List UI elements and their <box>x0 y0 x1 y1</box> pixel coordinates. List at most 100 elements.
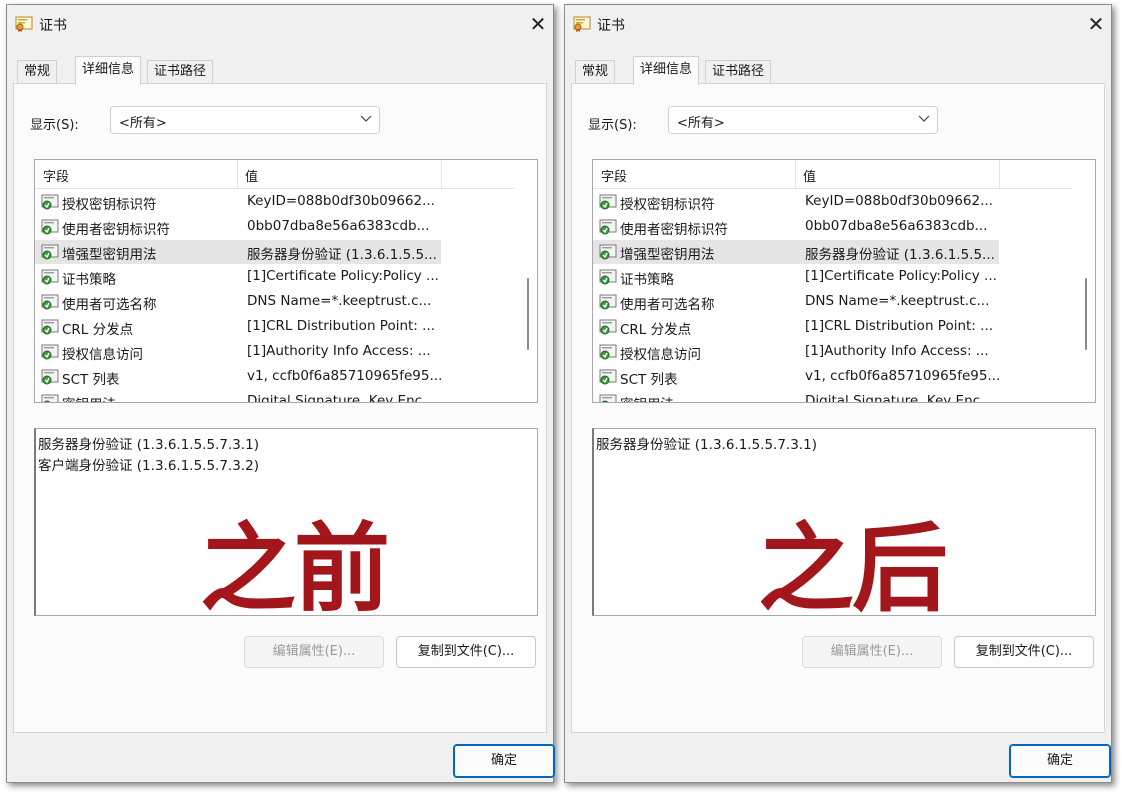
certificate-field-icon <box>41 319 59 336</box>
tab-general[interactable]: 常规 <box>17 60 58 83</box>
field-row[interactable]: 证书策略 [1]Certificate Policy:Policy ... <box>593 265 999 289</box>
field-row[interactable]: 授权信息访问 [1]Authority Info Access: ... <box>35 340 441 364</box>
tab-strip: 常规 详细信息 证书路径 <box>571 54 1105 85</box>
field-value: [1]CRL Distribution Point: ... <box>805 318 994 334</box>
field-value: [1]Authority Info Access: ... <box>805 343 989 359</box>
ok-button[interactable]: 确定 <box>453 744 555 778</box>
column-divider[interactable] <box>795 160 796 188</box>
show-label: 显示(S): <box>30 118 79 133</box>
column-header-field[interactable]: 字段 <box>601 166 627 185</box>
column-header-field[interactable]: 字段 <box>43 166 69 185</box>
fields-list[interactable]: 字段 值 授权密钥标识符 KeyID=088b0df30b09662... 使用者密… <box>34 159 538 403</box>
field-name: 授权信息访问 <box>62 347 143 363</box>
field-row[interactable]: 使用者可选名称 DNS Name=*.keeptrust.c... <box>593 290 999 314</box>
tab-details[interactable]: 详细信息 <box>75 56 142 85</box>
ok-button[interactable]: 确定 <box>1009 744 1111 778</box>
field-row[interactable]: 授权信息访问 [1]Authority Info Access: ... <box>593 340 999 364</box>
field-row[interactable]: 授权密钥标识符 KeyID=088b0df30b09662... <box>35 190 441 214</box>
certificate-field-icon <box>599 369 617 386</box>
column-divider[interactable] <box>237 160 238 188</box>
chevron-down-icon <box>918 115 930 122</box>
field-name: 使用者可选名称 <box>62 297 157 313</box>
field-row[interactable]: 证书策略 [1]Certificate Policy:Policy ... <box>35 265 441 289</box>
edit-properties-button[interactable]: 编辑属性(E)... <box>802 636 942 668</box>
field-name: 密钥用法 <box>620 393 674 402</box>
scrollbar-thumb[interactable] <box>1085 278 1087 350</box>
value-detail-box[interactable]: 服务器身份验证 (1.3.6.1.5.5.7.3.1) 客户端身份验证 (1.3.… <box>34 428 538 625</box>
certificate-field-icon <box>599 394 617 402</box>
certificate-field-icon <box>41 294 59 311</box>
field-row[interactable]: 使用者可选名称 DNS Name=*.keeptrust.c... <box>35 290 441 314</box>
column-header-value[interactable]: 值 <box>245 166 258 185</box>
field-name: 证书策略 <box>620 272 674 288</box>
certificate-field-icon <box>599 194 617 211</box>
certificate-dialog-after: 证书 ✕ 常规 详细信息 证书路径 显示(S): <所有> 字段 值 授权密钥标… <box>564 4 1112 783</box>
field-value: 0bb07dba8e56a6383cdb... <box>247 218 430 234</box>
certificate-field-icon <box>599 294 617 311</box>
field-row[interactable]: 授权密钥标识符 KeyID=088b0df30b09662... <box>593 190 999 214</box>
field-value: DNS Name=*.keeptrust.c... <box>805 293 990 309</box>
field-name: CRL 分发点 <box>620 322 692 338</box>
certificate-icon <box>573 16 591 32</box>
vertical-scrollbar[interactable] <box>1077 160 1095 402</box>
tab-general[interactable]: 常规 <box>575 60 616 83</box>
copy-to-file-button[interactable]: 复制到文件(C)... <box>396 636 536 668</box>
certificate-field-icon <box>599 244 617 261</box>
show-dropdown[interactable]: <所有> <box>668 106 938 134</box>
field-name: CRL 分发点 <box>62 322 134 338</box>
field-value: [1]Authority Info Access: ... <box>247 343 431 359</box>
dialog-title: 证书 <box>39 18 67 34</box>
tab-certification-path[interactable]: 证书路径 <box>147 60 214 83</box>
field-value: DNS Name=*.keeptrust.c... <box>247 293 432 309</box>
field-row[interactable]: CRL 分发点 [1]CRL Distribution Point: ... <box>593 315 999 339</box>
field-value: [1]CRL Distribution Point: ... <box>247 318 436 334</box>
field-row[interactable]: 密钥用法 Digital Signature, Key Enc... <box>593 390 999 402</box>
edit-properties-button[interactable]: 编辑属性(E)... <box>244 636 384 668</box>
field-name: 使用者密钥标识符 <box>62 222 170 238</box>
overlay-caption: 之前 <box>200 512 390 625</box>
field-name: SCT 列表 <box>620 372 678 388</box>
show-label: 显示(S): <box>588 118 637 133</box>
field-name: 使用者密钥标识符 <box>620 222 728 238</box>
field-row[interactable]: SCT 列表 v1, ccfb0f6a85710965fe95... <box>35 365 441 389</box>
show-dropdown-value: <所有> <box>119 116 167 131</box>
certificate-field-icon <box>41 244 59 261</box>
overlay-caption: 之后 <box>758 512 948 625</box>
fields-list[interactable]: 字段 值 授权密钥标识符 KeyID=088b0df30b09662... 使用者密… <box>592 159 1096 403</box>
certificate-field-icon <box>599 219 617 236</box>
show-dropdown[interactable]: <所有> <box>110 106 380 134</box>
field-value: 服务器身份验证 (1.3.6.1.5.5... <box>805 247 995 263</box>
field-row[interactable]: 增强型密钥用法 服务器身份验证 (1.3.6.1.5.5... <box>593 240 999 264</box>
scrollbar-thumb[interactable] <box>527 278 529 350</box>
field-row[interactable]: CRL 分发点 [1]CRL Distribution Point: ... <box>35 315 441 339</box>
title-bar: 证书 ✕ <box>7 5 553 43</box>
field-name: SCT 列表 <box>62 372 120 388</box>
tab-certification-path[interactable]: 证书路径 <box>705 60 772 83</box>
vertical-scrollbar[interactable] <box>519 160 537 402</box>
field-row[interactable]: 增强型密钥用法 服务器身份验证 (1.3.6.1.5.5... <box>35 240 441 264</box>
close-icon[interactable]: ✕ <box>523 5 553 43</box>
column-divider[interactable] <box>999 160 1000 188</box>
field-row[interactable]: 使用者密钥标识符 0bb07dba8e56a6383cdb... <box>35 215 441 239</box>
field-value: v1, ccfb0f6a85710965fe95... <box>805 368 999 384</box>
field-name: 密钥用法 <box>62 393 116 402</box>
detail-line: 服务器身份验证 (1.3.6.1.5.5.7.3.1) <box>38 437 259 453</box>
field-name: 授权密钥标识符 <box>620 197 715 213</box>
field-row[interactable]: 使用者密钥标识符 0bb07dba8e56a6383cdb... <box>593 215 999 239</box>
close-icon[interactable]: ✕ <box>1081 5 1111 43</box>
tab-strip: 常规 详细信息 证书路径 <box>13 54 547 85</box>
copy-to-file-button[interactable]: 复制到文件(C)... <box>954 636 1094 668</box>
field-name: 授权密钥标识符 <box>62 197 157 213</box>
certificate-field-icon <box>41 269 59 286</box>
value-detail-box[interactable]: 服务器身份验证 (1.3.6.1.5.5.7.3.1) 之后 <box>592 428 1096 625</box>
field-row[interactable]: 密钥用法 Digital Signature, Key Enc... <box>35 390 441 402</box>
field-value: 服务器身份验证 (1.3.6.1.5.5... <box>247 247 437 263</box>
certificate-field-icon <box>41 394 59 402</box>
column-divider[interactable] <box>441 160 442 188</box>
field-name: 增强型密钥用法 <box>62 247 157 263</box>
field-row[interactable]: SCT 列表 v1, ccfb0f6a85710965fe95... <box>593 365 999 389</box>
column-header-value[interactable]: 值 <box>803 166 816 185</box>
field-value: v1, ccfb0f6a85710965fe95... <box>247 368 441 384</box>
certificate-field-icon <box>599 319 617 336</box>
tab-details[interactable]: 详细信息 <box>633 56 700 85</box>
